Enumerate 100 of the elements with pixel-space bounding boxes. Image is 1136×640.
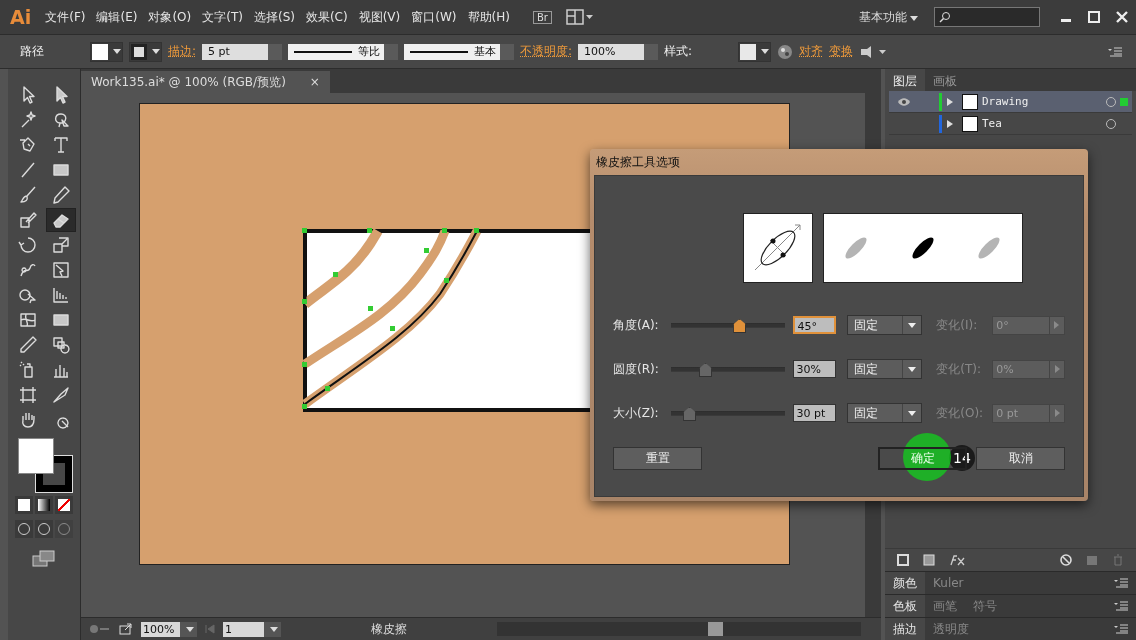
new-sublayer-icon[interactable]	[923, 554, 935, 566]
menu-item[interactable]: 对象(O)	[148, 8, 192, 26]
free-transform-icon	[50, 260, 71, 280]
zoom-field[interactable]: 100%	[141, 621, 197, 637]
mesh-icon	[17, 310, 38, 330]
layer-row[interactable]: Drawing	[889, 91, 1132, 113]
stroke-weight-field[interactable]: 5 pt	[202, 43, 283, 60]
caret-icon	[1054, 409, 1060, 417]
expand-icon[interactable]	[946, 96, 954, 107]
variation-field: 0°	[992, 315, 1065, 335]
tool-button[interactable]	[45, 208, 76, 232]
fill-color-swatch[interactable]	[18, 438, 54, 474]
draw-inside-button[interactable]	[55, 520, 73, 538]
option-label: 圆度(R):	[613, 360, 660, 378]
opacity-link[interactable]: 不透明度:	[520, 43, 573, 60]
current-tool-label: 橡皮擦	[370, 620, 408, 638]
menu-item[interactable]: 帮助(H)	[467, 8, 510, 26]
brush-angle-preview	[743, 213, 813, 283]
value-field[interactable]: 30 pt	[792, 404, 837, 422]
panel-tab[interactable]: 色板	[885, 595, 925, 617]
menu-item[interactable]: 效果(C)	[305, 8, 348, 26]
layer-row[interactable]: Tea	[889, 113, 1132, 135]
menu-item[interactable]: 选择(S)	[253, 8, 295, 26]
menu-item[interactable]: 视图(V)	[358, 8, 401, 26]
scale-icon	[50, 235, 71, 255]
draw-behind-button[interactable]	[35, 520, 53, 538]
caret-icon	[908, 410, 917, 416]
search-icon	[939, 11, 951, 23]
layer-name: Drawing	[982, 95, 1030, 108]
menu-item[interactable]: 文字(T)	[202, 8, 243, 26]
dialog-title: 橡皮擦工具选项	[595, 154, 681, 171]
value-field[interactable]: 45°	[792, 316, 837, 334]
menu-item[interactable]: 编辑(E)	[96, 8, 138, 26]
color-mode-button[interactable]	[15, 496, 33, 514]
brush-dropdown[interactable]: 基本	[404, 43, 515, 60]
transform-link[interactable]: 变换	[829, 43, 854, 60]
workspace-switcher[interactable]: 基本功能	[859, 8, 918, 26]
opacity-field[interactable]: 100%	[578, 43, 659, 60]
cancel-button[interactable]: 取消	[976, 447, 1065, 470]
prohibit-icon[interactable]	[1060, 554, 1072, 566]
maximize-icon[interactable]	[1087, 10, 1101, 24]
clip-mask-icon[interactable]	[897, 554, 909, 566]
close-icon[interactable]	[1115, 10, 1129, 24]
slice-icon	[50, 385, 71, 405]
fx-icon[interactable]	[949, 554, 967, 566]
panel-menu-icon[interactable]	[1108, 46, 1122, 57]
style-label: 样式:	[664, 43, 693, 60]
eye-icon[interactable]	[897, 96, 911, 107]
panel-tab[interactable]: 画板	[925, 69, 965, 91]
draw-normal-button[interactable]	[15, 520, 33, 538]
document-title: Work135.ai* @ 100% (RGB/预览)	[91, 73, 286, 91]
expand-icon[interactable]	[946, 118, 954, 129]
recolor-icon[interactable]	[777, 43, 794, 60]
artboard-icon	[17, 385, 38, 405]
menu-item[interactable]: 文件(F)	[45, 8, 86, 26]
stroke-link[interactable]: 描边:	[168, 43, 197, 60]
layer-thumbnail	[962, 93, 978, 110]
caret-icon	[908, 366, 917, 372]
artboard-field[interactable]: 1	[223, 621, 281, 637]
close-tab-button[interactable]: ×	[309, 75, 320, 89]
document-tab[interactable]: Work135.ai* @ 100% (RGB/预览) ×	[81, 71, 330, 93]
share-icon[interactable]	[119, 623, 133, 635]
panel-menu-icon[interactable]	[1114, 578, 1128, 588]
menu-item[interactable]: 窗口(W)	[411, 8, 457, 26]
screen-mode-icon[interactable]	[32, 550, 56, 568]
value-field[interactable]: 30%	[792, 360, 837, 378]
variable-width-dropdown[interactable]: 等比	[288, 43, 399, 60]
variation-label: 变化(I):	[936, 316, 979, 334]
style-swatch[interactable]	[738, 41, 772, 62]
layer-name: Tea	[982, 117, 1003, 130]
reset-button[interactable]: 重置	[613, 447, 702, 470]
none-mode-button[interactable]	[55, 496, 73, 514]
blob-brush-icon	[17, 210, 38, 230]
panel-tab[interactable]: 图层	[885, 69, 925, 91]
perspective-icon	[50, 285, 71, 305]
mode-dropdown[interactable]: 固定	[847, 315, 923, 335]
horizontal-scrollbar[interactable]	[497, 622, 861, 636]
arrange-documents-icon[interactable]	[565, 9, 594, 25]
pencil-icon	[50, 185, 71, 205]
caret-icon[interactable]	[270, 626, 278, 632]
selection-type-label: 路径	[20, 43, 44, 60]
panel-tab[interactable]: 颜色	[885, 572, 925, 594]
caret-icon	[1054, 321, 1060, 329]
stroke-swatch[interactable]	[129, 41, 162, 62]
panel-menu-icon[interactable]	[1114, 601, 1128, 611]
search-field[interactable]	[934, 7, 1040, 27]
selected-art-indicator	[1120, 97, 1128, 106]
mode-dropdown[interactable]: 固定	[847, 403, 923, 423]
variation-field: 0%	[992, 359, 1065, 379]
gradient-mode-button[interactable]	[35, 496, 53, 514]
caret-icon[interactable]	[186, 626, 194, 632]
mode-dropdown[interactable]: 固定	[847, 359, 923, 379]
panel-menu-icon[interactable]	[1114, 624, 1128, 634]
layer-thumbnail	[962, 115, 978, 132]
variation-field: 0 pt	[992, 403, 1065, 423]
panel-tab[interactable]: 描边	[885, 618, 925, 640]
align-link[interactable]: 对齐	[799, 43, 824, 60]
blend-icon	[50, 335, 71, 355]
bridge-button[interactable]: Br	[532, 10, 552, 24]
fill-swatch[interactable]	[90, 41, 123, 62]
